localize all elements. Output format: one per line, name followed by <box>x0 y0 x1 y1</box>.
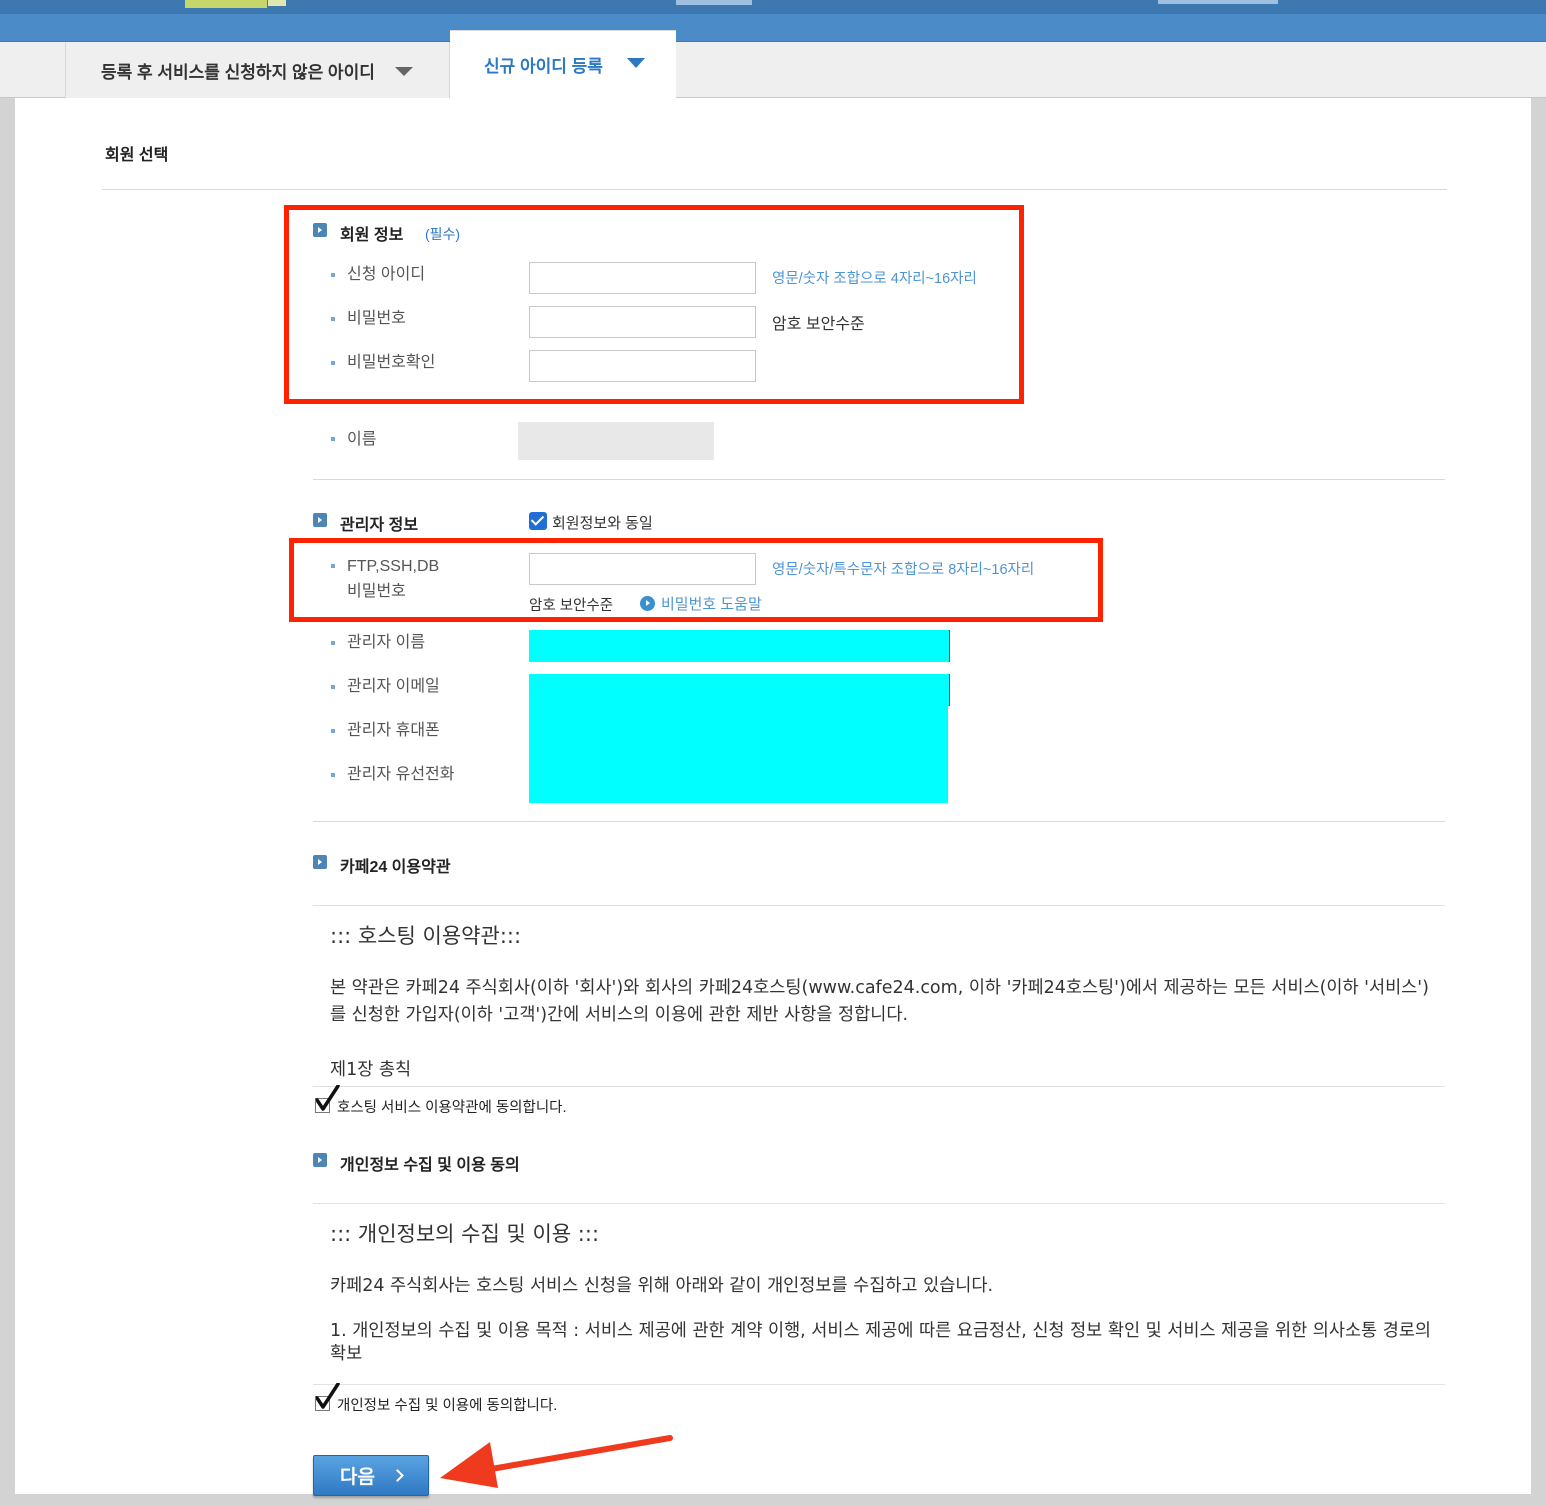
section-bullet-icon <box>313 513 327 527</box>
page-section-title: 회원 선택 <box>105 147 169 164</box>
privacy-scroll-box[interactable]: ::: 개인정보의 수집 및 이용 ::: 카페24 주식회사는 호스팅 서비스… <box>313 1203 1445 1385</box>
label-bullet <box>331 641 335 645</box>
name-field-readonly <box>518 422 714 460</box>
red-arrow-icon <box>440 1435 673 1488</box>
admin-phone-redacted[interactable] <box>529 706 948 803</box>
terms-box-title: ::: 호스팅 이용약관::: <box>330 924 522 948</box>
tab-new-id-registration[interactable]: 신규 아이디 등록 <box>450 30 676 98</box>
annotation-highlight-box <box>289 538 1103 622</box>
tab-label: 신규 아이디 등록 <box>484 57 603 76</box>
terms-agree-checkbox[interactable] <box>315 1085 340 1113</box>
terms-chapter: 제1장 총칙 <box>330 1060 412 1080</box>
same-as-member-checkbox[interactable] <box>529 512 547 530</box>
tab-unregistered-ids[interactable]: 등록 후 서비스를 신청하지 않은 아이디 <box>65 42 450 98</box>
admin-email-label: 관리자 이메일 <box>347 678 440 695</box>
next-button-label: 다음 <box>340 1467 375 1488</box>
tab-bar: 등록 후 서비스를 신청하지 않은 아이디 신규 아이디 등록 <box>0 30 1546 98</box>
admin-phone-label: 관리자 유선전화 <box>347 766 455 783</box>
header-menu-fragment <box>1158 0 1278 4</box>
logo-fragment-arrow <box>268 0 286 6</box>
privacy-agree-checkbox[interactable] <box>315 1383 340 1411</box>
label-bullet <box>331 685 335 689</box>
logo-fragment <box>185 0 267 8</box>
chevron-down-icon <box>626 57 645 68</box>
chevron-down-icon <box>394 66 413 76</box>
admin-email-redacted[interactable] <box>529 674 950 706</box>
label-bullet <box>331 437 335 441</box>
top-header-bar <box>0 0 1546 42</box>
section-bullet-icon <box>313 1153 327 1167</box>
name-label: 이름 <box>347 431 377 448</box>
terms-paragraph: 본 약관은 카페24 주식회사(이하 '회사')와 회사의 카페24호스팅(ww… <box>330 978 1429 1025</box>
label-bullet <box>331 773 335 777</box>
next-button[interactable]: 다음 <box>313 1455 429 1496</box>
divider <box>313 479 1445 480</box>
privacy-box-title: ::: 개인정보의 수집 및 이용 ::: <box>330 1222 600 1246</box>
divider <box>102 189 1447 190</box>
terms-scroll-box[interactable]: ::: 호스팅 이용약관::: 본 약관은 카페24 주식회사(이하 '회사')… <box>313 905 1445 1087</box>
admin-mobile-label: 관리자 휴대폰 <box>347 722 440 739</box>
privacy-agree-label: 개인정보 수집 및 이용에 동의합니다. <box>337 1398 558 1414</box>
privacy-title: 개인정보 수집 및 이용 동의 <box>340 1157 520 1174</box>
privacy-paragraph-1: 카페24 주식회사는 호스팅 서비스 신청을 위해 아래와 같이 개인정보를 수… <box>330 1276 994 1296</box>
chevron-right-icon <box>391 1469 404 1482</box>
terms-title: 카페24 이용약관 <box>340 859 451 876</box>
terms-agree-label: 호스팅 서비스 이용약관에 동의합니다. <box>337 1100 567 1116</box>
admin-name-label: 관리자 이름 <box>347 634 426 651</box>
tab-label: 등록 후 서비스를 신청하지 않은 아이디 <box>101 62 375 82</box>
section-bullet-icon <box>313 855 327 869</box>
admin-name-redacted[interactable] <box>529 630 950 662</box>
label-bullet <box>331 729 335 733</box>
privacy-paragraph-2: 1. 개인정보의 수집 및 이용 목적 : 서비스 제공에 관한 계약 이행, … <box>330 1321 1432 1364</box>
admin-info-title: 관리자 정보 <box>340 517 419 534</box>
same-as-member-label: 회원정보와 동일 <box>552 515 653 532</box>
header-menu-fragment <box>676 0 752 5</box>
divider <box>313 821 1445 822</box>
annotation-highlight-box <box>284 205 1024 404</box>
